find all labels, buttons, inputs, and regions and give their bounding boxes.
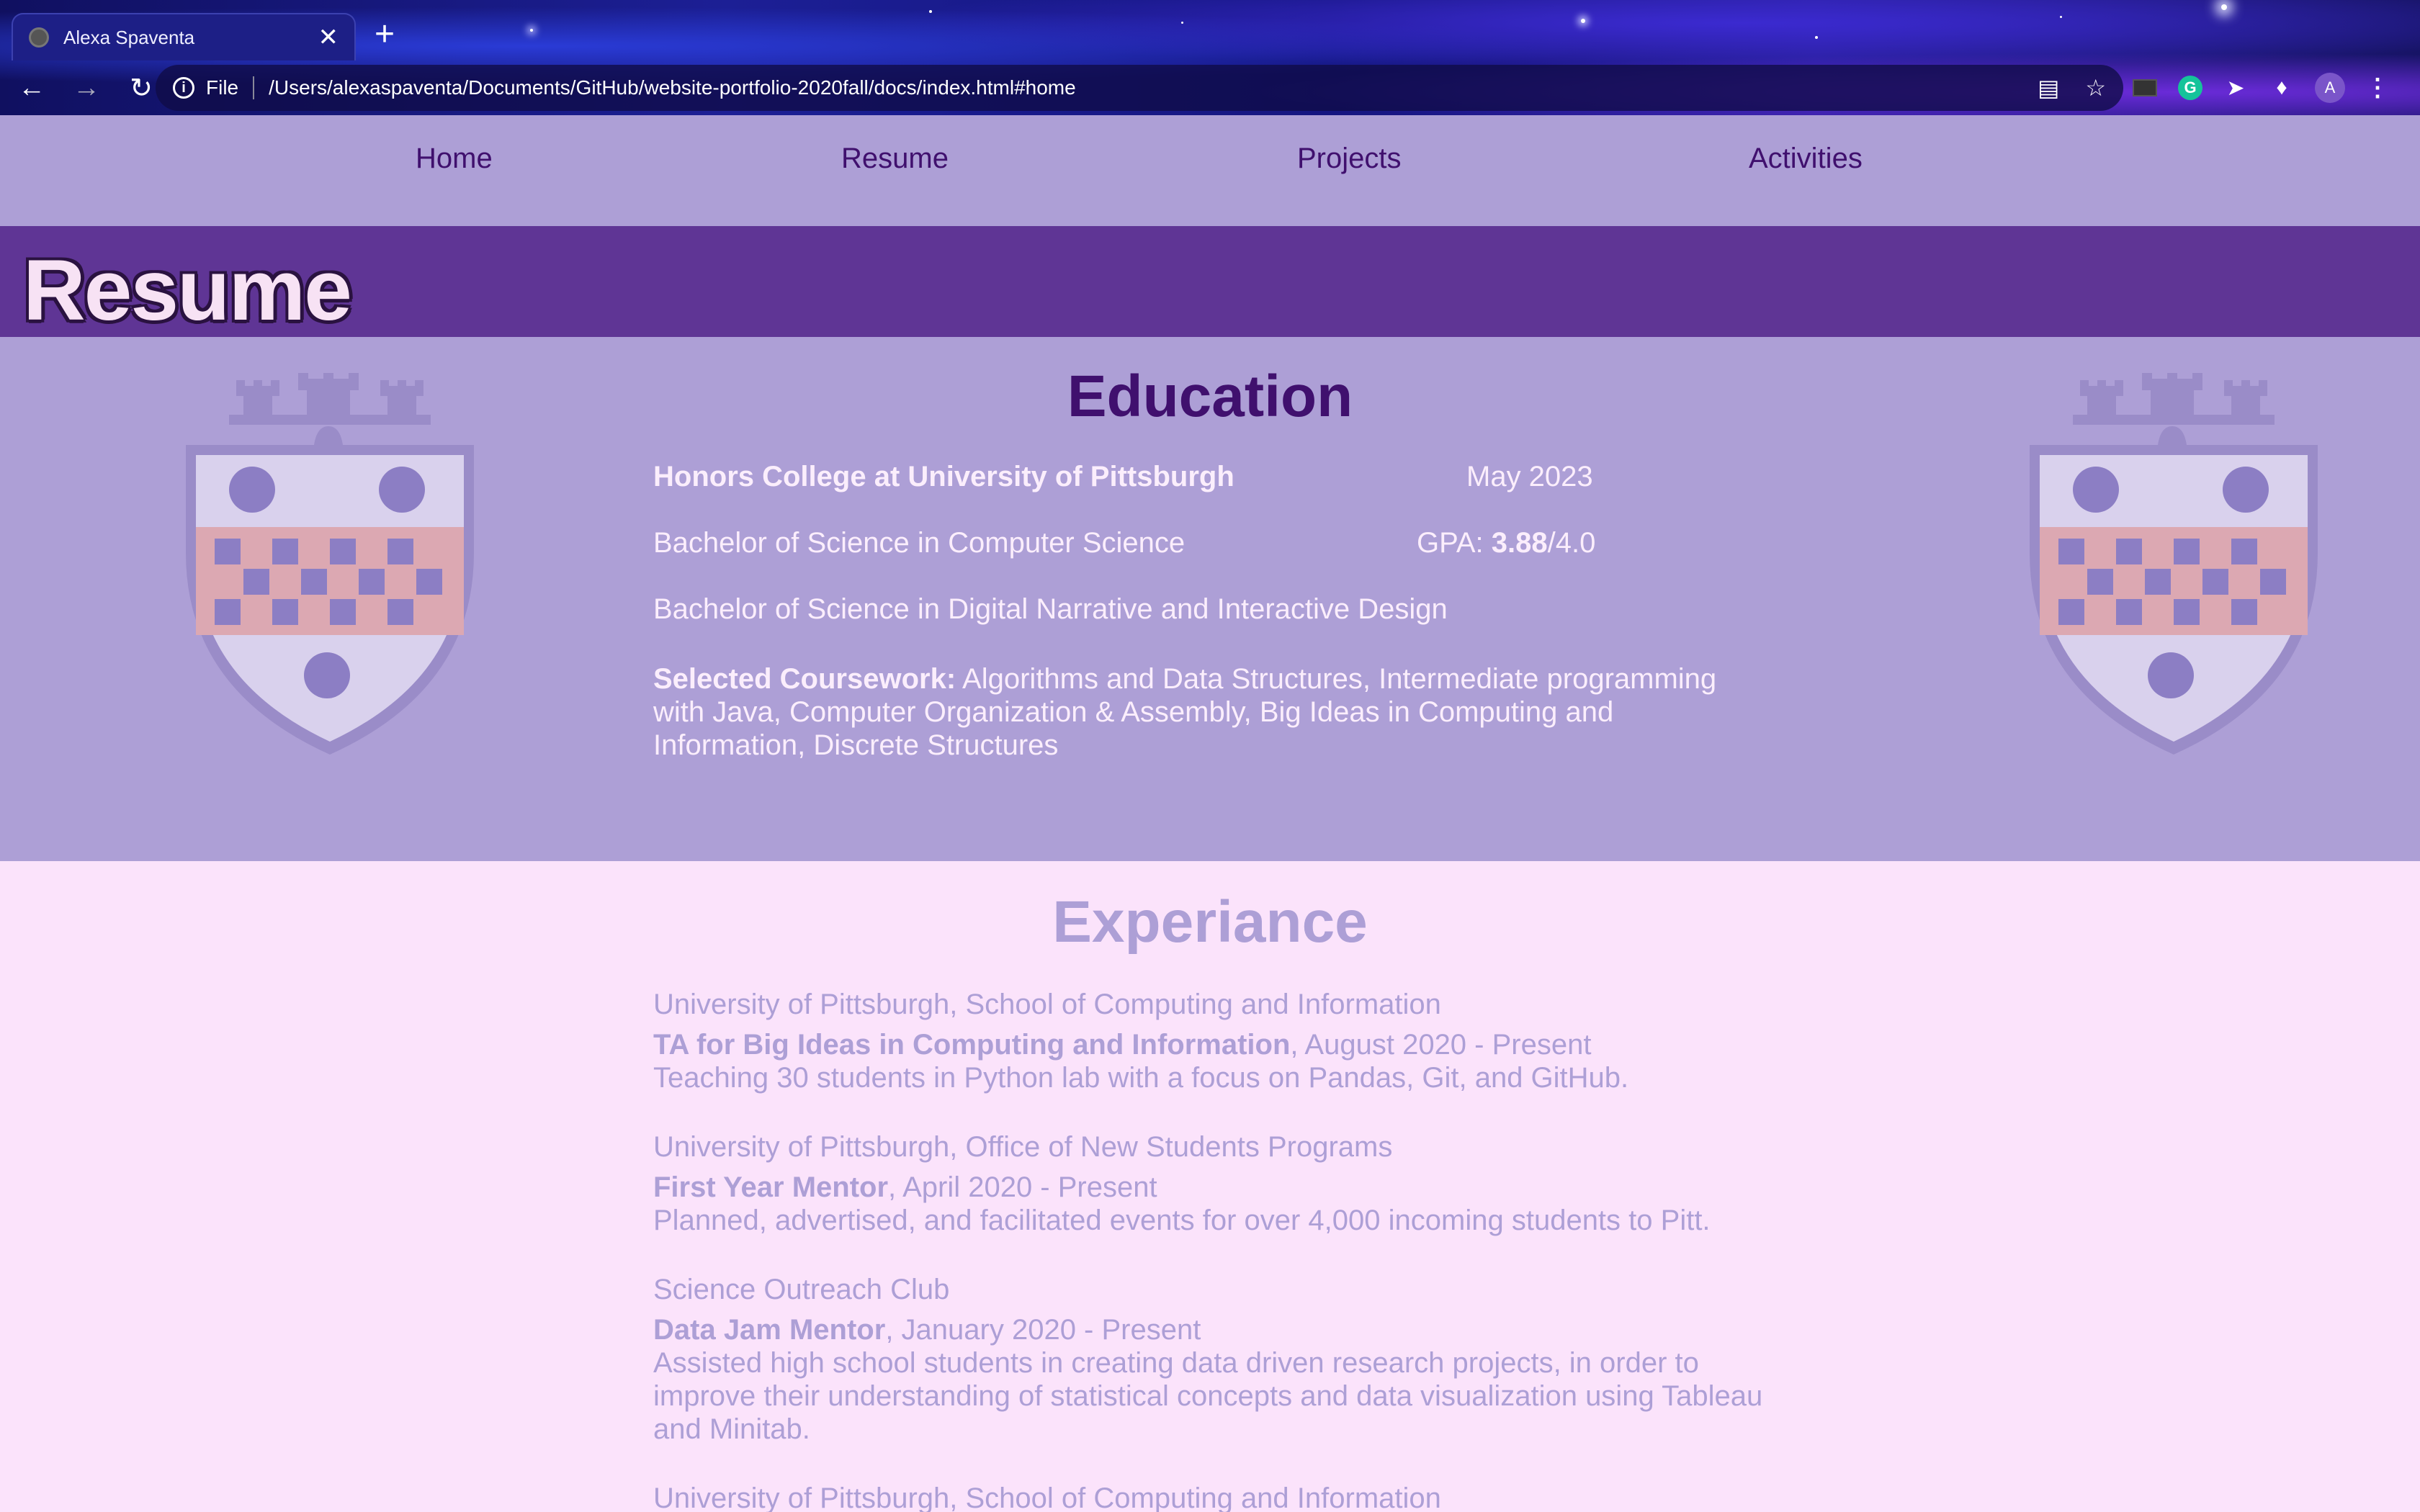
gpa-value: 3.88 [1491,527,1548,559]
education-heading: Education [1067,364,1353,429]
nav-link-home[interactable]: Home [416,143,493,175]
tab-title: Alexa Spaventa [63,26,195,48]
experience-description: Teaching 30 students in Python lab with … [653,1062,1629,1094]
coursework-label: Selected Coursework: [653,663,956,695]
star-decoration [530,29,533,32]
extension-icon[interactable] [2132,75,2158,101]
gpa-label: GPA: [1417,527,1492,559]
degree-digital-narrative: Bachelor of Science in Digital Narrative… [653,593,1448,625]
profile-avatar[interactable]: A [2315,73,2345,103]
experience-item: University of Pittsburgh, School of Comp… [653,988,1777,1094]
experience-item: University of Pittsburgh, School of Comp… [653,1482,1777,1512]
experience-description: Assisted high school students in creatin… [653,1347,1763,1445]
experience-item: Science Outreach Club Data Jam Mentor, J… [653,1273,1777,1446]
browser-chrome: Alexa Spaventa ✕ + ← → ↻ i File /Users/a… [0,0,2420,115]
page-title: Resume [23,242,352,338]
cursor-extension-icon[interactable]: ➤ [2223,75,2249,101]
title-band: Resume [0,226,2420,338]
star-decoration [929,10,932,13]
experience-description: Planned, advertised, and facilitated eve… [653,1205,1711,1236]
nav-link-activities[interactable]: Activities [1749,143,1863,175]
star-decoration [2060,16,2062,18]
info-icon[interactable]: i [173,77,194,99]
education-section: Education Honors College at University o… [0,337,2420,861]
puzzle-extensions-icon[interactable]: ♦ [2269,75,2295,101]
experience-heading: Experiance [1052,889,1368,955]
url-text[interactable]: /Users/alexaspaventa/Documents/GitHub/we… [269,76,1076,99]
extensions-bar: G ➤ ♦ A ⋮ [2132,60,2390,115]
kebab-menu-icon[interactable]: ⋮ [2365,73,2390,102]
star-decoration [2221,4,2227,10]
experience-role: TA for Big Ideas in Computing and Inform… [653,1029,1291,1061]
close-icon[interactable]: ✕ [318,25,339,50]
address-bar[interactable]: i File /Users/alexaspaventa/Documents/Gi… [156,65,2123,111]
experience-org: University of Pittsburgh, Office of New … [653,1131,1393,1163]
new-tab-button[interactable]: + [375,17,395,52]
browser-tab[interactable]: Alexa Spaventa ✕ [12,13,356,60]
experience-org: Science Outreach Club [653,1274,950,1305]
star-decoration [1815,36,1818,39]
graduation-date: May 2023 [1466,461,1593,492]
reader-mode-icon[interactable]: ▤ [2038,74,2059,102]
bookmark-star-icon[interactable]: ☆ [2085,74,2106,102]
experience-org: University of Pittsburgh, School of Comp… [653,989,1441,1020]
experience-dates: , April 2020 - Present [888,1171,1157,1203]
experience-role: Data Jam Mentor [653,1314,886,1346]
star-decoration [1181,22,1183,24]
nav-link-resume[interactable]: Resume [841,143,949,175]
site-navigation: Home Resume Projects Activities [0,115,2420,226]
experience-role: First Year Mentor [653,1171,889,1203]
experience-dates: , January 2020 - Present [885,1314,1201,1346]
coursework: Selected Coursework: Algorithms and Data… [653,662,1762,762]
gpa: GPA: 3.88/4.0 [1417,527,1595,559]
school-name: Honors College at University of Pittsbur… [653,461,1234,492]
globe-icon [29,27,49,48]
divider [253,76,255,99]
experience-org: University of Pittsburgh, School of Comp… [653,1482,1441,1512]
omnibox-actions: ▤ ☆ [2038,74,2106,102]
nav-link-projects[interactable]: Projects [1297,143,1402,175]
gpa-scale: /4.0 [1547,527,1596,559]
forward-arrow-icon[interactable]: → [63,73,109,104]
back-arrow-icon[interactable]: ← [9,73,55,104]
scheme-label: File [206,76,239,99]
star-decoration [1581,19,1585,23]
experience-section: Experiance University of Pittsburgh, Sch… [0,861,2420,1512]
experience-item: University of Pittsburgh, Office of New … [653,1130,1777,1237]
grammarly-icon[interactable]: G [2178,76,2202,100]
experience-dates: , August 2020 - Present [1290,1029,1592,1061]
browser-toolbar: ← → ↻ i File /Users/alexaspaventa/Docume… [0,60,2420,115]
degree-computer-science: Bachelor of Science in Computer Science [653,527,1186,559]
